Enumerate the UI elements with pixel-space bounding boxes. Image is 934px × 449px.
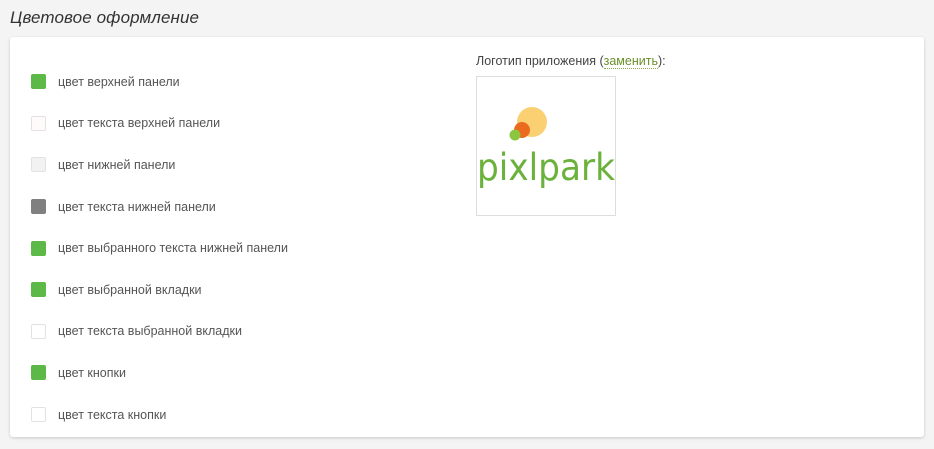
- logo-caption: Логотип приложения (заменить):: [476, 54, 666, 69]
- replace-logo-link[interactable]: заменить: [603, 54, 658, 69]
- color-setting-row[interactable]: цвет текста выбранной вкладки: [31, 311, 288, 353]
- logo-wordmark: pixlpark: [477, 146, 615, 189]
- color-setting-label: цвет выбранной вкладки: [58, 282, 202, 297]
- color-swatch[interactable]: [31, 115, 46, 131]
- color-swatch[interactable]: [31, 199, 46, 215]
- app-logo-preview[interactable]: pixlpark: [476, 76, 616, 216]
- logo-caption-prefix: Логотип приложения (: [476, 54, 604, 68]
- color-swatch[interactable]: [31, 74, 46, 90]
- color-swatch[interactable]: [31, 407, 46, 423]
- color-setting-label: цвет верхней панели: [58, 74, 180, 89]
- color-swatch[interactable]: [31, 323, 46, 339]
- color-setting-label: цвет текста верхней панели: [58, 116, 221, 131]
- color-swatch[interactable]: [31, 365, 46, 381]
- color-setting-row[interactable]: цвет текста верхней панели: [31, 103, 288, 145]
- color-setting-row[interactable]: цвет выбранной вкладки: [31, 269, 288, 311]
- color-setting-label: цвет нижней панели: [58, 157, 176, 172]
- color-setting-row[interactable]: цвет текста кнопки: [31, 394, 288, 436]
- color-setting-row[interactable]: цвет нижней панели: [31, 144, 288, 186]
- color-setting-label: цвет выбранного текста нижней панели: [58, 241, 288, 256]
- color-swatch[interactable]: [31, 282, 46, 298]
- app-logo-block: Логотип приложения (заменить): pixlpark: [476, 54, 666, 216]
- color-setting-label: цвет кнопки: [58, 365, 126, 380]
- logo-caption-suffix: ):: [657, 54, 666, 68]
- settings-card: цвет верхней панели цвет текста верхней …: [10, 37, 924, 437]
- section-title: Цветовое оформление: [10, 8, 200, 27]
- color-setting-row[interactable]: цвет кнопки: [31, 352, 288, 394]
- color-swatch[interactable]: [31, 157, 46, 173]
- color-setting-row[interactable]: цвет выбранного текста нижней панели: [31, 227, 288, 269]
- logo-circle-green: [509, 129, 521, 141]
- pixlpark-logo: pixlpark: [477, 107, 615, 189]
- color-setting-label: цвет текста нижней панели: [58, 199, 216, 214]
- color-setting-row[interactable]: цвет верхней панели: [31, 61, 288, 103]
- color-setting-label: цвет текста кнопки: [58, 407, 167, 422]
- color-setting-label: цвет текста выбранной вкладки: [58, 324, 242, 339]
- color-settings-list: цвет верхней панели цвет текста верхней …: [31, 61, 288, 435]
- color-setting-row[interactable]: цвет текста нижней панели: [31, 186, 288, 228]
- color-swatch[interactable]: [31, 240, 46, 256]
